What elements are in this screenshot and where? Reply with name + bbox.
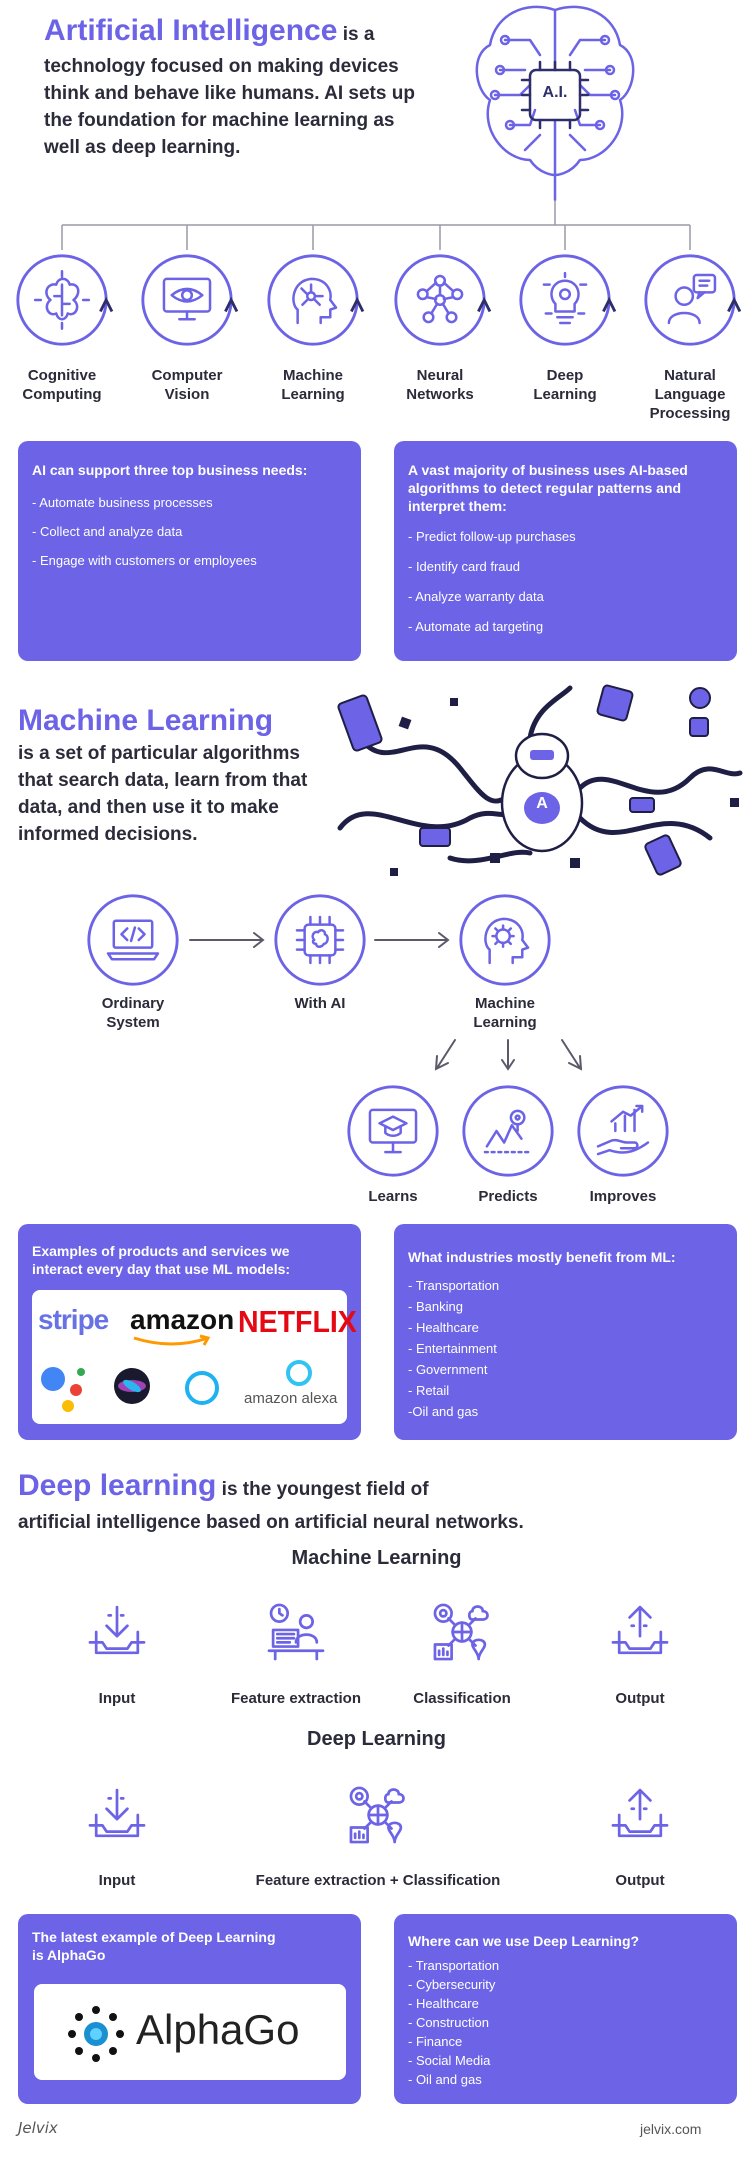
list-item: - Transportation: [408, 1278, 500, 1293]
dl-intro-line: artificial intelligence based on artific…: [18, 1512, 524, 1533]
panel-heading: What industries mostly benefit from ML:: [408, 1249, 676, 1265]
outcome-label: Predicts: [478, 1188, 538, 1205]
pipeline-step-label: Output: [615, 1872, 665, 1889]
panel-heading-line: interact every day that use ML models:: [32, 1261, 291, 1277]
outcome-label: Learns: [368, 1188, 418, 1205]
list-item: - Social Media: [408, 2053, 491, 2068]
alphago-logo-card: AlphaGo: [34, 1984, 346, 2080]
cortana-icon: [185, 1371, 219, 1405]
pipeline-step-label: Input: [98, 1872, 136, 1889]
hand-growth-icon: [577, 1085, 669, 1177]
list-item: - Government: [408, 1362, 488, 1377]
google-assistant-icon: [41, 1367, 85, 1412]
pipeline-step-label: Classification: [413, 1690, 511, 1707]
dl-alphago-panel: The latest example of Deep Learning is A…: [18, 1914, 361, 2104]
alphago-logo-icon: [68, 2006, 124, 2062]
ml-products-panel: Examples of products and services we int…: [18, 1224, 361, 1440]
ml-logos-card: stripe amazon NETFLIX amazon alexa: [32, 1290, 357, 1424]
monitor-graduation-icon: [347, 1085, 439, 1177]
map-route-icon: [462, 1085, 554, 1177]
output-tray-icon: [611, 1605, 669, 1655]
outcome-label: Improves: [589, 1188, 657, 1205]
pipeline-step-label: Feature extraction + Classification: [255, 1872, 501, 1889]
dl-title: Deep learning: [18, 1469, 217, 1502]
netflix-logo: NETFLIX: [238, 1304, 357, 1339]
amazon-logo: amazon: [130, 1304, 235, 1335]
list-item: - Entertainment: [408, 1341, 497, 1356]
list-item: - Healthcare: [408, 1996, 479, 2011]
dl-pipeline-heading: Deep Learning: [307, 1728, 446, 1750]
list-item: - Banking: [408, 1299, 463, 1314]
list-item: - Healthcare: [408, 1320, 479, 1335]
alexa-logo-text: amazon alexa: [244, 1390, 338, 1407]
person-desk-icon: [267, 1603, 325, 1661]
list-item: - Retail: [408, 1383, 450, 1398]
panel-heading-line: The latest example of Deep Learning: [32, 1929, 276, 1945]
list-item: - Finance: [408, 2034, 463, 2049]
alexa-icon: [286, 1360, 312, 1386]
list-item: - Cybersecurity: [408, 1977, 496, 1992]
panel-heading: Where can we use Deep Learning?: [408, 1933, 640, 1949]
ml-pipeline-heading: Machine Learning: [291, 1547, 462, 1569]
output-tray-icon: [611, 1788, 669, 1838]
input-tray-icon: [88, 1605, 146, 1655]
list-item: - Construction: [408, 2015, 489, 2030]
dl-uses-panel: Where can we use Deep Learning? - Transp…: [394, 1914, 737, 2104]
classify-icons-icon: [433, 1603, 489, 1661]
panel-heading-line: Examples of products and services we: [32, 1243, 290, 1259]
list-item: - Oil and gas: [408, 2072, 482, 2087]
footer-site-link[interactable]: jelvix.com: [640, 2121, 701, 2137]
alphago-logo-text: AlphaGo: [136, 2006, 300, 2053]
pipeline-step-label: Feature extraction: [230, 1690, 362, 1707]
siri-icon: [114, 1368, 150, 1404]
dl-intro-lead: is the youngest field of: [216, 1479, 429, 1500]
input-tray-icon: [88, 1788, 146, 1838]
stripe-logo: stripe: [38, 1304, 109, 1335]
list-item: - Transportation: [408, 1958, 500, 1973]
amazon-smile-icon: [133, 1334, 211, 1346]
pipeline-step-label: Input: [98, 1690, 136, 1707]
ml-industries-panel: What industries mostly benefit from ML: …: [394, 1224, 737, 1440]
list-item: -Oil and gas: [408, 1404, 479, 1419]
pipeline-step-label: Output: [615, 1690, 665, 1707]
ml-flow-arrows: [189, 932, 583, 1071]
classify-icons-icon: [349, 1786, 405, 1844]
panel-heading-line: is AlphaGo: [32, 1947, 106, 1963]
dl-intro: Deep learning is the youngest field of a…: [18, 1468, 738, 1536]
footer-brand: Jelvix: [18, 2119, 58, 2137]
